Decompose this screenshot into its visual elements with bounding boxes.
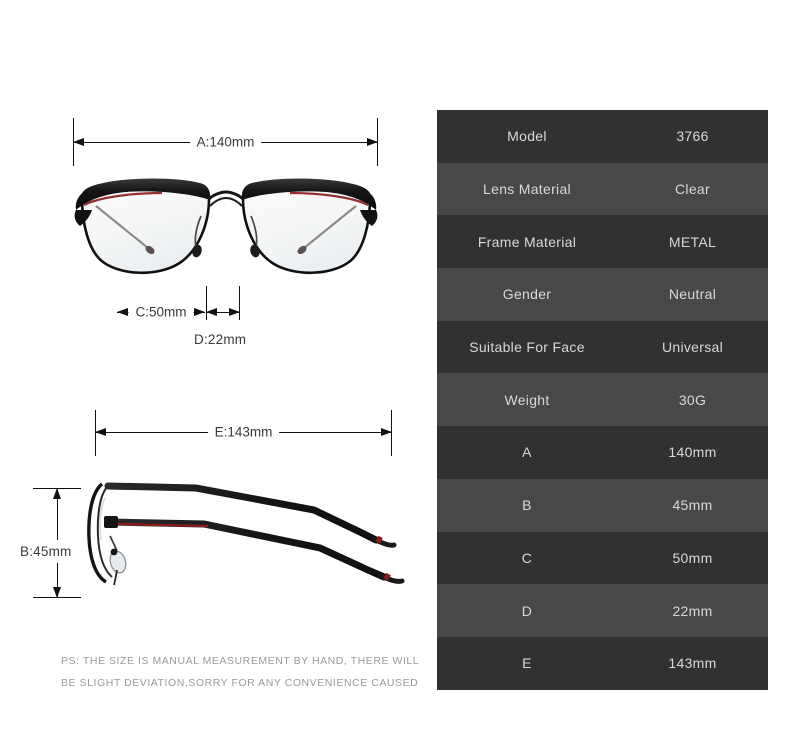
dimension-e-label: E:143mm [207, 424, 280, 440]
spec-label: D [521, 602, 533, 619]
spec-label: Model [507, 128, 547, 145]
spec-value: 45mm [672, 497, 713, 514]
spec-label: Suitable For Face [469, 339, 585, 356]
dimension-a-label: A:140mm [189, 134, 262, 150]
table-row: Frame Material METAL [437, 215, 768, 269]
measurement-note-line-2: BE SLIGHT DEVIATION,SORRY FOR ANY CONVEN… [61, 677, 419, 689]
spec-value: 22mm [672, 602, 713, 619]
table-row: Lens Material Clear [437, 162, 768, 216]
dimension-c-arrow-left [117, 307, 128, 316]
spec-value: Clear [675, 181, 710, 198]
table-row: D 22mm [437, 584, 768, 637]
table-row: B 45mm [437, 478, 768, 532]
measurement-note: PS: THE SIZE IS MANUAL MEASUREMENT BY HA… [61, 650, 421, 694]
dimension-b-label: B:45mm [18, 540, 74, 563]
dimension-c-arrow-right [194, 307, 205, 316]
dimension-d [206, 286, 240, 324]
spec-value: Universal [661, 339, 724, 356]
dimension-e: E:143mm [95, 410, 392, 456]
dimension-b-tick-bottom [33, 597, 81, 598]
dimension-d-tick-left [206, 286, 207, 320]
side-view-svg [87, 482, 405, 586]
spec-label: C [521, 549, 533, 566]
spec-value: 143mm [668, 655, 717, 672]
dimension-b-tick-top [33, 488, 81, 489]
dimension-e-arrow-left [95, 427, 106, 436]
dimension-e-tick-left [95, 410, 96, 456]
measurement-note-line-1: PS: THE SIZE IS MANUAL MEASUREMENT BY HA… [61, 655, 420, 667]
dimension-a-tick-right [377, 118, 378, 166]
table-row: E 143mm [437, 636, 768, 690]
dimension-c: C:50mm [117, 300, 205, 324]
diagram-panel: A:140mm C:50mm D:22mm E:143mm B:45mm PS:… [0, 0, 437, 744]
front-view-svg [74, 178, 378, 275]
dimension-e-tick-right [391, 410, 392, 456]
spec-value: METAL [668, 233, 717, 250]
dimension-d-arrow-left [206, 307, 217, 316]
spec-label: Weight [504, 391, 550, 408]
dimension-a-tick-left [73, 118, 74, 166]
spec-label: Gender [502, 286, 552, 303]
dimension-d-label: D:22mm [194, 332, 247, 347]
spec-label: Lens Material [483, 181, 571, 198]
glasses-front-view [70, 172, 382, 290]
spec-value: 3766 [676, 128, 709, 145]
table-row: Model 3766 [437, 110, 768, 163]
spec-value: 50mm [672, 549, 713, 566]
dimension-a-arrow-left [73, 137, 84, 146]
spec-label: B [522, 497, 532, 514]
dimension-a: A:140mm [73, 118, 378, 166]
spec-value: 30G [678, 391, 707, 408]
spec-value: 140mm [668, 444, 717, 461]
table-row: Suitable For Face Universal [437, 320, 768, 374]
spec-value: Neutral [668, 286, 717, 303]
table-row: Weight 30G [437, 373, 768, 427]
spec-label: Frame Material [477, 233, 577, 250]
dimension-d-tick-right [239, 286, 240, 320]
spec-label: A [522, 444, 532, 461]
table-row: A 140mm [437, 426, 768, 479]
spec-label: E [522, 655, 532, 672]
table-row: C 50mm [437, 531, 768, 585]
specification-table: Model 3766 Lens Material Clear Frame Materia… [437, 110, 768, 690]
dimension-c-label: C:50mm [128, 304, 194, 320]
dimension-b-arrow-top [52, 488, 61, 499]
table-row: Gender Neutral [437, 268, 768, 321]
glasses-side-view [84, 478, 406, 588]
